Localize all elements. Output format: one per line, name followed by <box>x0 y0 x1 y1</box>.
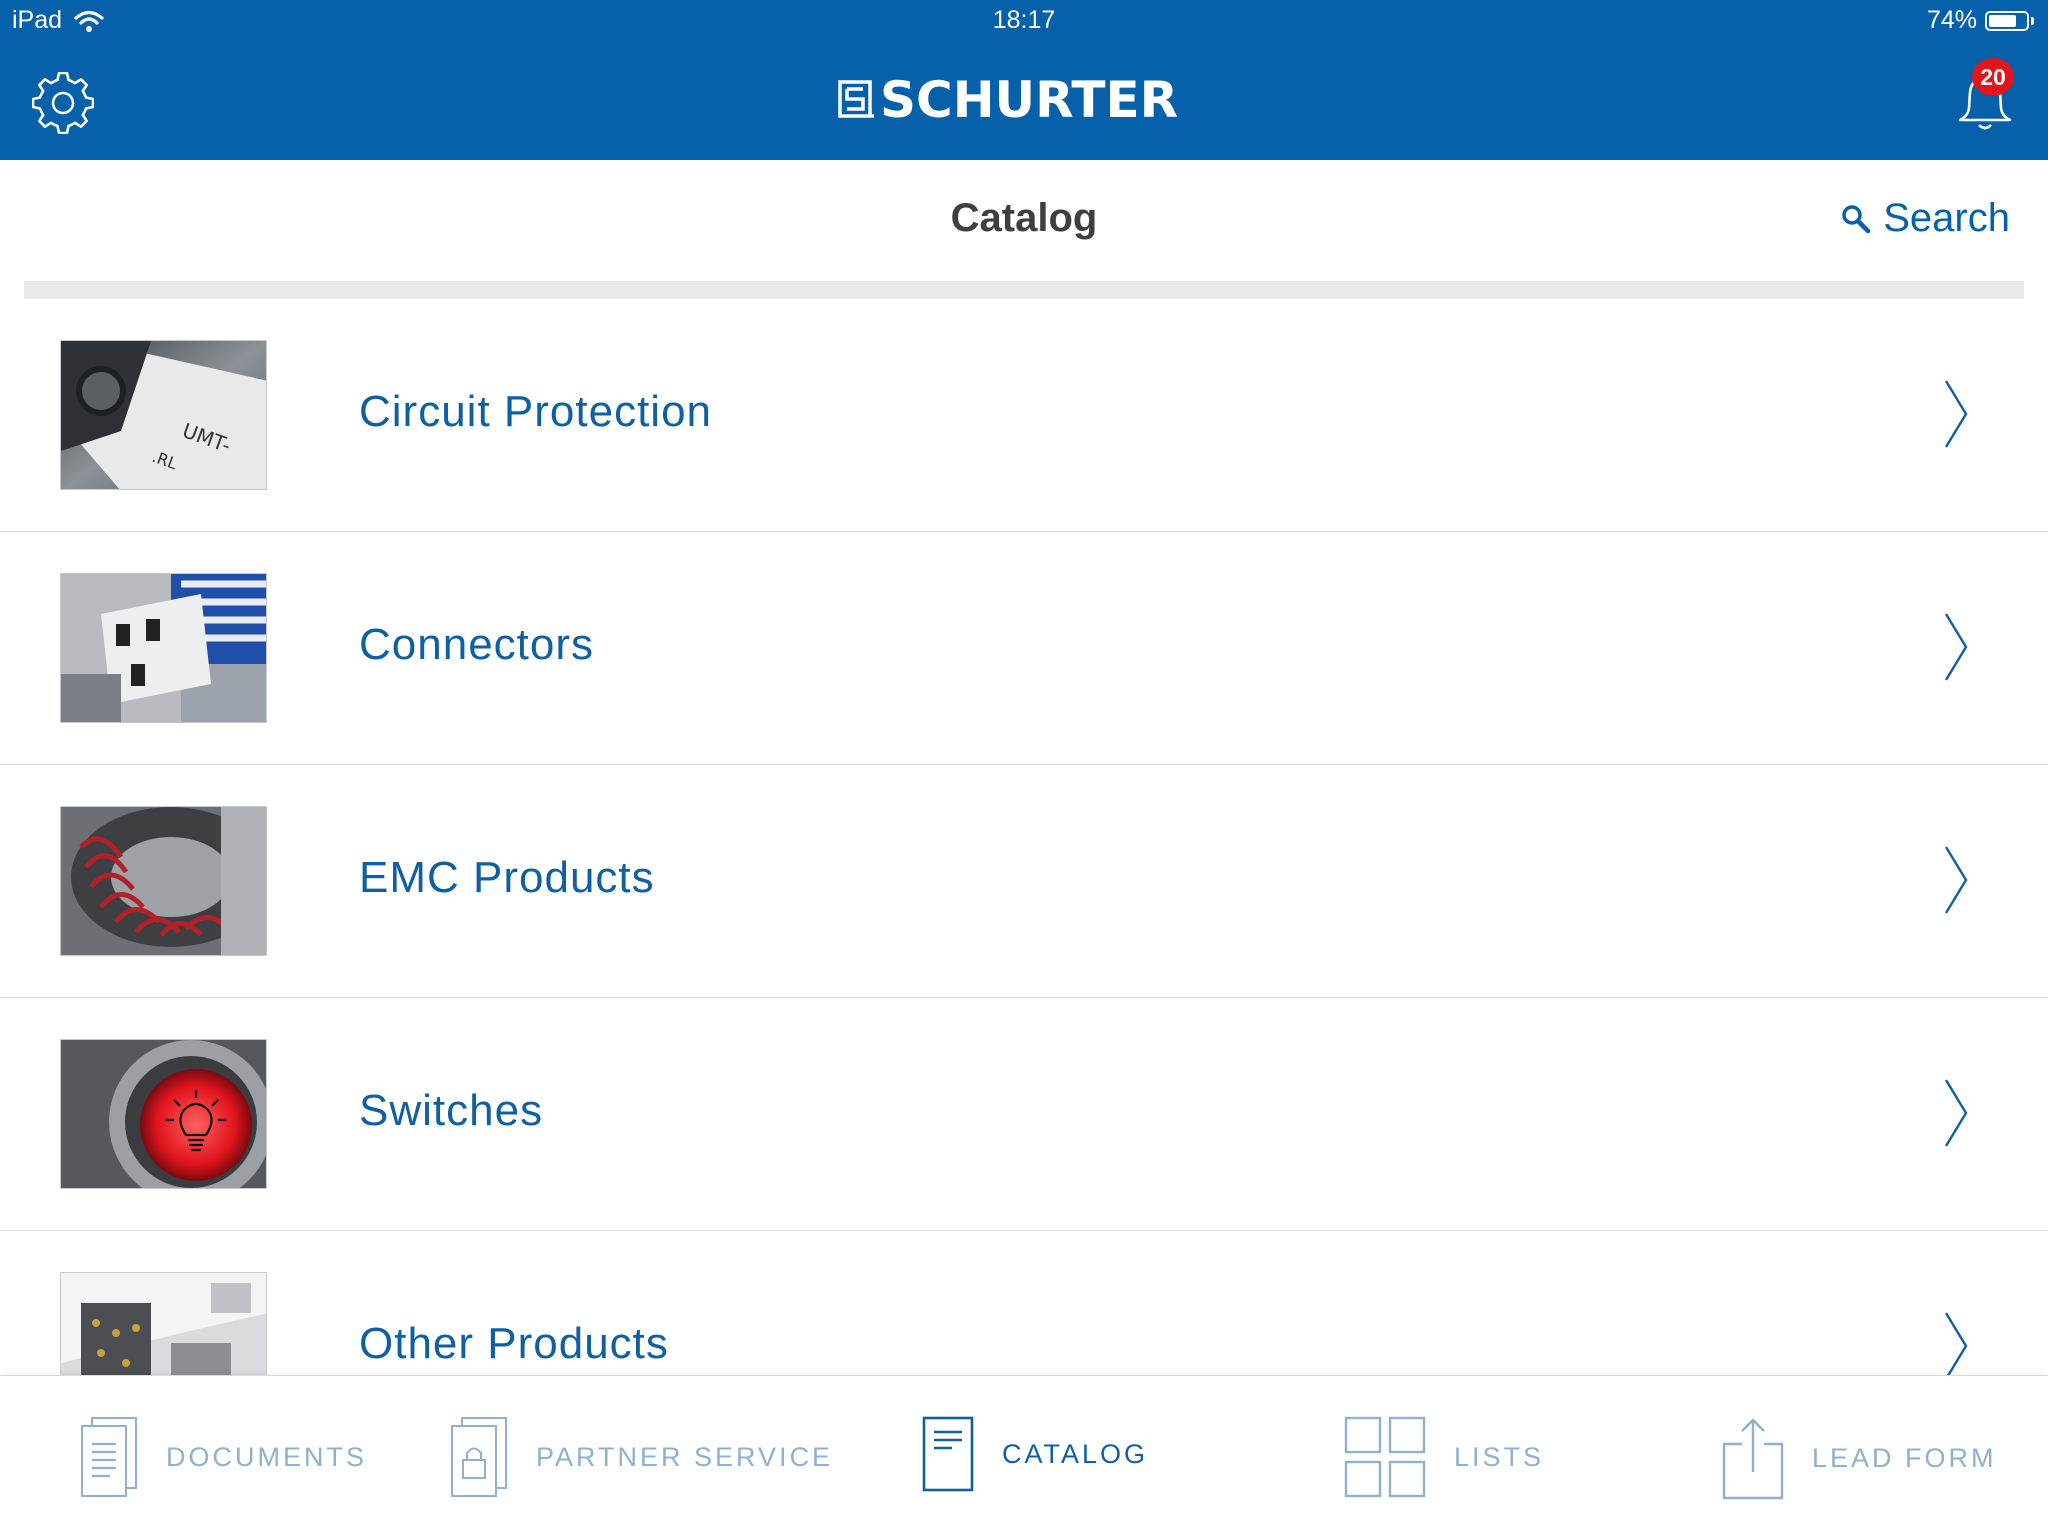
brand-name: SCHURTER <box>880 71 1179 129</box>
chevron-right-icon <box>1944 1312 1968 1376</box>
catalog-item-switches[interactable]: Switches <box>0 998 2048 1231</box>
catalog-item-label: EMC Products <box>359 853 655 902</box>
search-icon <box>1842 204 1871 233</box>
battery-level <box>1989 14 2016 27</box>
search-button[interactable]: Search <box>1841 196 2010 241</box>
gear-icon <box>31 71 95 135</box>
tab-label: CATALOG <box>1002 1438 1149 1469</box>
tab-partner-service[interactable]: PARTNER SERVICE <box>450 1416 833 1498</box>
search-label: Search <box>1883 196 2010 240</box>
catalog-item-circuit-protection[interactable]: UMT- .RL Circuit Protection <box>0 299 2048 532</box>
tab-lead-form[interactable]: LEAD FORM <box>1722 1416 1997 1500</box>
share-icon <box>1722 1418 1784 1500</box>
switches-thumbnail <box>60 1039 267 1189</box>
switches-image <box>61 1040 266 1188</box>
clock: 18:17 <box>992 6 1056 34</box>
other-products-thumbnail <box>60 1272 267 1376</box>
tab-bar: DOCUMENTS PARTNER SERVICE CATALOG LISTS <box>0 1375 2048 1537</box>
notification-badge: 20 <box>1972 58 2014 96</box>
tab-label: LEAD FORM <box>1812 1442 1997 1473</box>
catalog-item-label: Connectors <box>359 620 595 669</box>
circuit-protection-thumbnail: UMT- .RL <box>60 340 267 490</box>
tab-label: DOCUMENTS <box>166 1441 367 1472</box>
catalog-item-label: Switches <box>359 1086 544 1135</box>
circuit-protection-image: UMT- .RL <box>61 341 266 489</box>
section-divider <box>24 281 2024 299</box>
connectors-image <box>61 574 266 722</box>
tab-lists[interactable]: LISTS <box>1344 1416 1544 1498</box>
settings-button[interactable] <box>31 71 95 135</box>
emc-products-thumbnail <box>60 806 267 956</box>
logo-mark-icon <box>838 80 874 118</box>
catalog-list: UMT- .RL Circuit Protection Connectors E… <box>0 299 2048 1376</box>
chevron-right-icon <box>1944 1079 1968 1147</box>
chevron-right-icon <box>1944 613 1968 681</box>
tab-label: LISTS <box>1454 1441 1545 1472</box>
schurter-logo: SCHURTER <box>838 71 1179 129</box>
battery-percent: 74% <box>1926 6 1977 34</box>
status-bar: iPad 18:17 74% <box>0 0 2048 42</box>
grid-icon <box>1344 1416 1426 1498</box>
catalog-item-label: Circuit Protection <box>359 387 713 436</box>
app-header: iPad 18:17 74% SCHURTER 20 <box>0 0 2048 160</box>
catalog-item-label: Other Products <box>359 1319 669 1368</box>
status-right: 74% <box>1927 6 2034 35</box>
page-title: Catalog <box>950 196 1098 240</box>
catalog-item-other-products[interactable]: Other Products <box>0 1231 2048 1376</box>
emc-products-image <box>61 807 266 955</box>
catalog-icon <box>922 1416 974 1492</box>
tab-catalog[interactable]: CATALOG <box>922 1416 1148 1492</box>
documents-icon <box>81 1417 137 1497</box>
catalog-item-emc-products[interactable]: EMC Products <box>0 765 2048 998</box>
partner-lock-icon <box>451 1417 507 1497</box>
other-products-image <box>61 1273 266 1376</box>
catalog-item-connectors[interactable]: Connectors <box>0 532 2048 765</box>
title-bar: Catalog Search <box>0 160 2048 280</box>
chevron-right-icon <box>1944 380 1968 448</box>
connectors-thumbnail <box>60 573 267 723</box>
battery-icon <box>1985 10 2029 31</box>
battery-cap <box>2031 16 2034 25</box>
tab-documents[interactable]: DOCUMENTS <box>80 1416 367 1498</box>
chevron-right-icon <box>1944 846 1968 914</box>
tab-label: PARTNER SERVICE <box>536 1441 834 1472</box>
